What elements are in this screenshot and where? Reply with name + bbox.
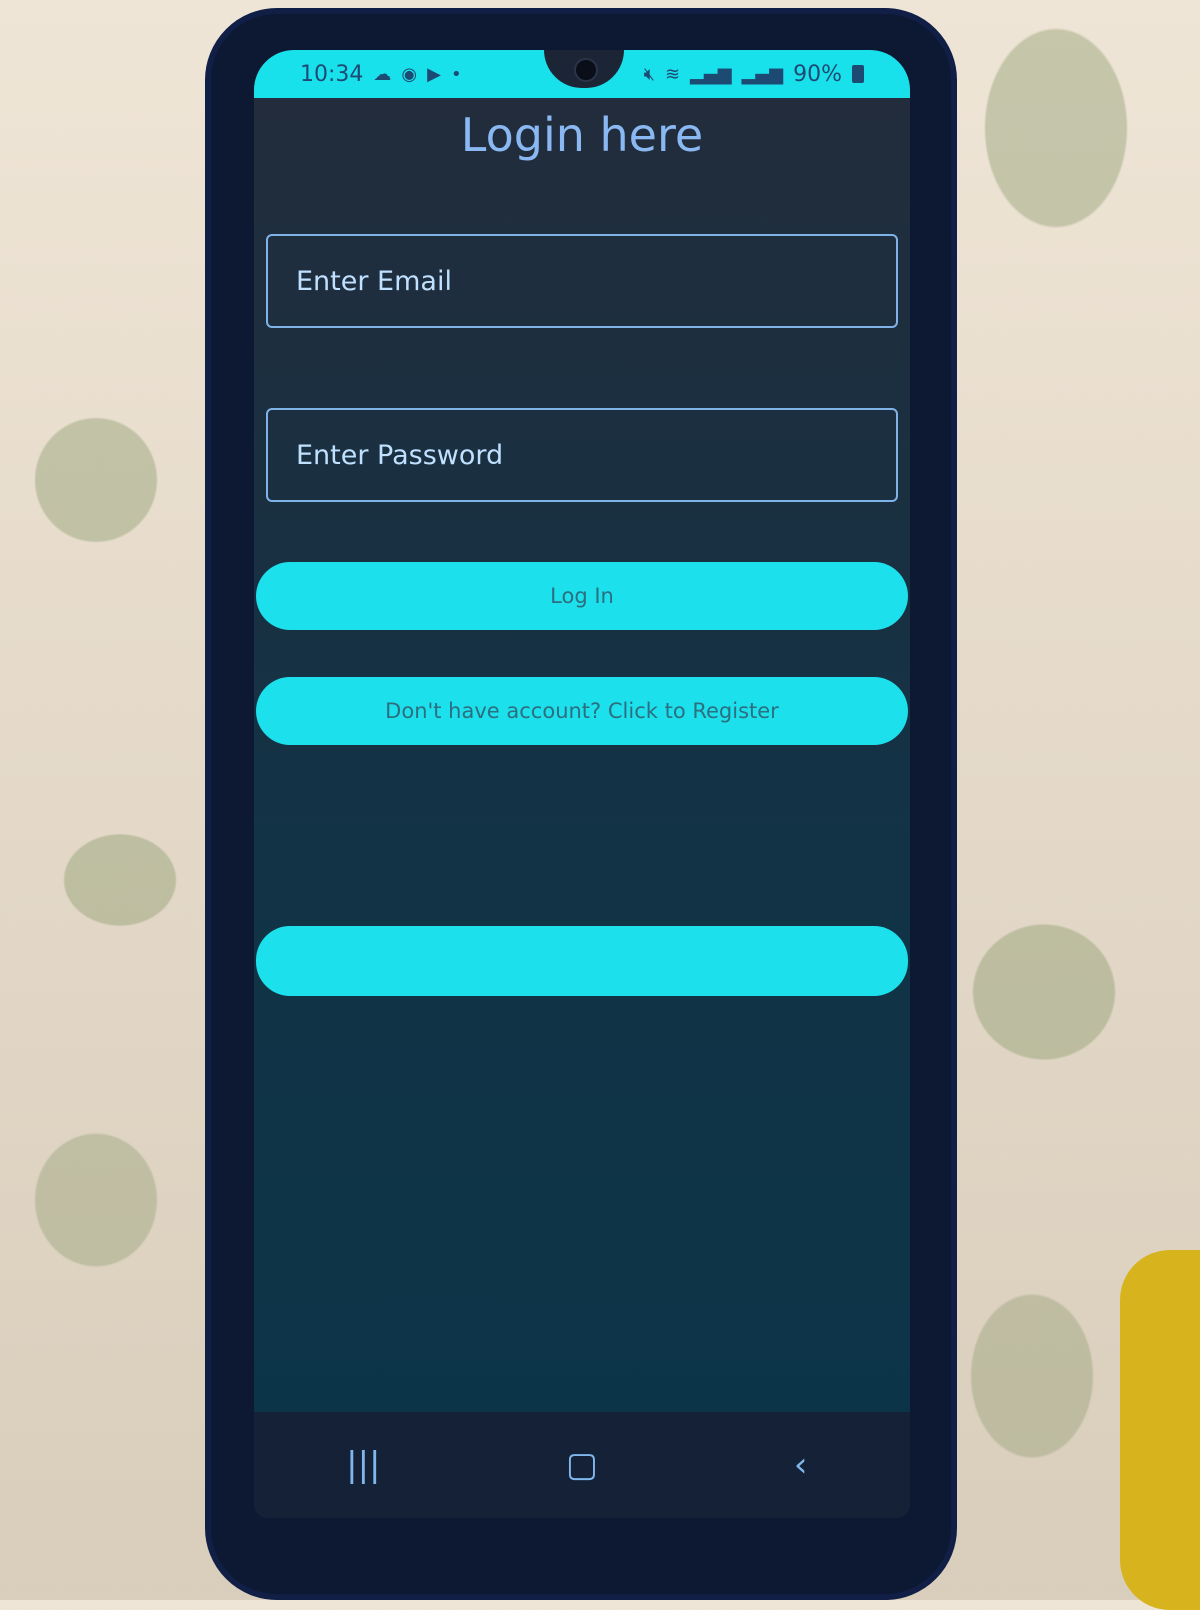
dot-icon: •	[450, 63, 462, 85]
battery-icon	[852, 65, 864, 83]
app-screen: 10:34 ☁ ◉ ▶ • 🔇︎ ≋ ▂▄▆ ▂▄▆ 90% Login her…	[254, 50, 910, 1518]
password-field[interactable]	[266, 408, 898, 502]
recents-icon[interactable]: |||	[323, 1445, 403, 1485]
email-input[interactable]	[294, 264, 896, 298]
battery-level: 90%	[793, 61, 842, 87]
password-input[interactable]	[294, 438, 896, 472]
register-button[interactable]: Don't have account? Click to Register	[256, 677, 908, 745]
email-field[interactable]	[266, 234, 898, 328]
status-time: 10:34	[300, 61, 364, 87]
home-icon[interactable]: ▢	[542, 1445, 622, 1485]
back-icon[interactable]: ‹	[761, 1445, 841, 1485]
cloud-icon: ☁	[373, 63, 392, 85]
navigation-bar: ||| ▢ ‹	[254, 1412, 910, 1518]
status-right: 🔇︎ ≋ ▂▄▆ ▂▄▆ 90%	[644, 62, 864, 87]
wifi-icon: ≋	[664, 63, 681, 85]
signal-icon: ▂▄▆	[690, 63, 732, 85]
status-left: 10:34 ☁ ◉ ▶ •	[300, 62, 462, 87]
camera-icon	[574, 58, 598, 82]
youtube-icon: ▶	[427, 63, 441, 85]
page-title: Login here	[460, 108, 704, 162]
mute-icon: 🔇︎	[643, 63, 655, 85]
login-button[interactable]: Log In	[256, 562, 908, 630]
unlabeled-button[interactable]	[256, 926, 908, 996]
whatsapp-icon: ◉	[401, 63, 418, 85]
signal-icon: ▂▄▆	[741, 63, 784, 85]
background-object	[1120, 1250, 1200, 1610]
